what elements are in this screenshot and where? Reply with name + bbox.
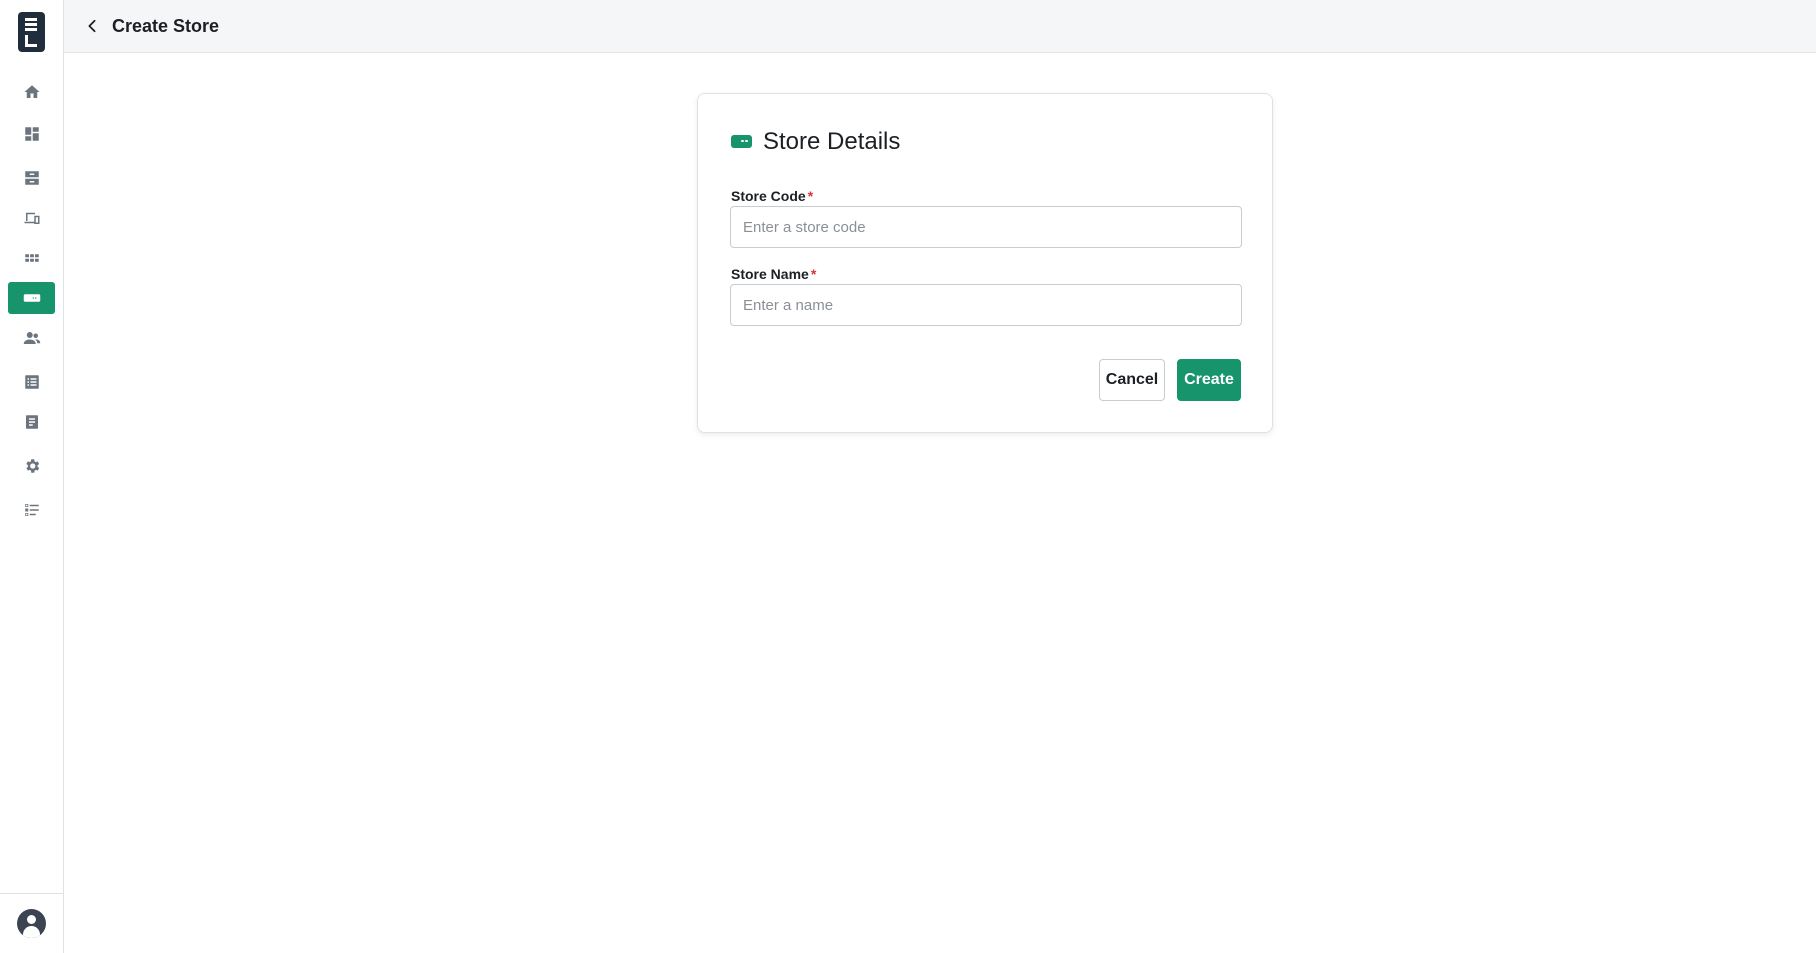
settings-icon (25, 459, 39, 473)
app-logo[interactable] (18, 12, 45, 52)
inventory-icon (24, 171, 39, 185)
sidebar-item-dashboard[interactable] (8, 118, 55, 150)
cancel-button[interactable]: Cancel (1099, 359, 1165, 401)
create-button[interactable]: Create (1177, 359, 1241, 401)
store-icon (23, 294, 40, 302)
list-icon (24, 375, 39, 389)
checklist-icon (24, 504, 39, 516)
back-button[interactable] (82, 16, 102, 36)
sidebar-footer (0, 893, 63, 953)
store-name-input[interactable] (730, 284, 1242, 326)
store-code-label-text: Store Code (731, 188, 806, 204)
chevron-left-icon (88, 19, 96, 33)
store-code-input[interactable] (730, 206, 1242, 248)
store-code-label: Store Code * (731, 188, 813, 204)
apps-icon (24, 254, 39, 262)
sidebar-item-home[interactable] (8, 76, 55, 108)
user-avatar-icon[interactable] (17, 909, 46, 938)
page-header: Create Store (64, 0, 1816, 53)
store-icon (731, 134, 752, 148)
dashboard-icon (24, 127, 39, 141)
document-icon (25, 415, 38, 429)
devices-icon (24, 212, 39, 224)
users-icon (23, 332, 40, 344)
sidebar-item-devices[interactable] (8, 202, 55, 234)
page-title: Create Store (112, 15, 220, 36)
required-mark: * (807, 188, 814, 204)
sidebar-item-users[interactable] (8, 322, 55, 354)
sidebar-item-lists[interactable] (8, 366, 55, 398)
home-icon (24, 85, 39, 98)
sidebar-item-stores[interactable] (8, 282, 55, 314)
sidebar-item-documents[interactable] (8, 406, 55, 438)
sidebar-item-settings[interactable] (8, 450, 55, 482)
sidebar (0, 0, 64, 953)
sidebar-item-checklist[interactable] (8, 494, 55, 526)
sidebar-item-inventory[interactable] (8, 162, 55, 194)
store-name-label: Store Name * (731, 266, 816, 282)
card-heading: Store Details (763, 128, 901, 155)
card-title: Store Details (731, 128, 900, 156)
sidebar-item-apps[interactable] (8, 242, 55, 274)
store-details-card: Store Details Store Code* Store Name* Ca… (697, 93, 1273, 433)
store-name-label-text: Store Name (731, 266, 809, 282)
required-mark: * (810, 266, 817, 282)
